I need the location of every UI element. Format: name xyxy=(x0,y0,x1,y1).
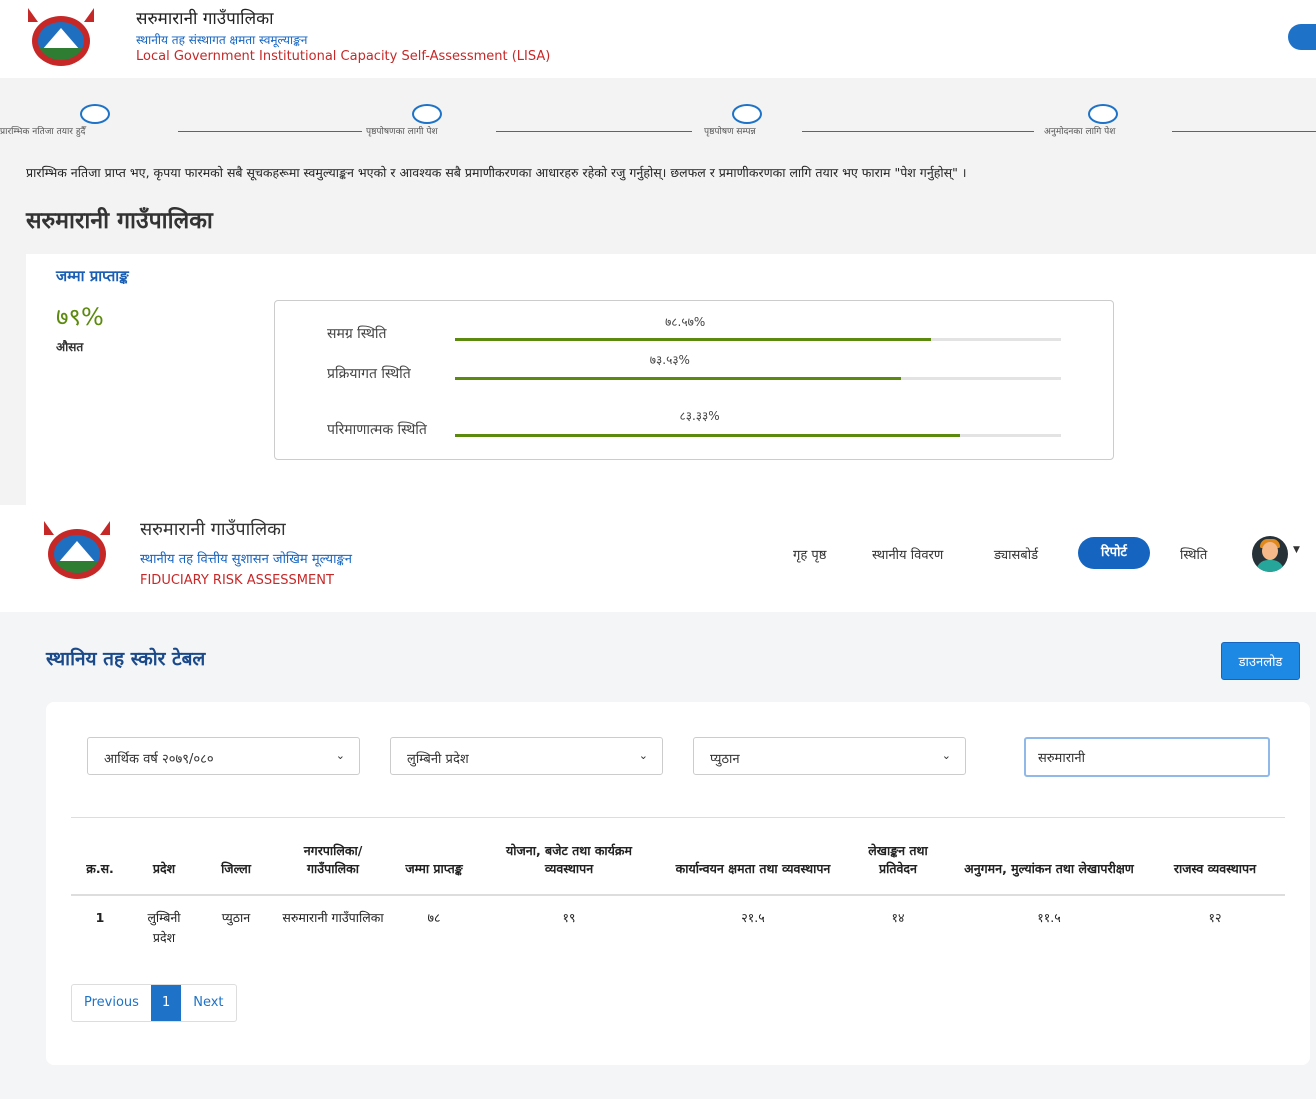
step-connector xyxy=(178,131,362,132)
step-1-circle-icon xyxy=(80,104,110,124)
nav-status[interactable]: स्थिति xyxy=(1180,545,1207,563)
chevron-down-icon: ⌄ xyxy=(335,749,345,762)
navbar: सरुमारानी गाउँपालिका स्थानीय तह वित्तीय … xyxy=(0,505,1316,612)
column-header: जम्मा प्राप्तङ्क xyxy=(393,817,475,896)
column-header: नगरपालिका/ गाउँपालिका xyxy=(273,817,393,896)
progress-bar-fill xyxy=(455,377,901,380)
user-avatar[interactable] xyxy=(1252,536,1288,572)
table-row: 1 लुम्बिनी प्रदेश प्युठान सरुमारानी गाउँ… xyxy=(71,895,1285,948)
step-3-circle-icon xyxy=(732,104,762,124)
cell-revenue-score: १२ xyxy=(1208,909,1222,925)
step-connector xyxy=(496,131,692,132)
bar-value: ८३.३३% xyxy=(679,409,720,423)
nepal-emblem-icon xyxy=(44,521,110,583)
nav-local-details[interactable]: स्थानीय विवरण xyxy=(872,545,943,563)
step-2-label: पृष्ठपोषणका लागी पेश xyxy=(366,127,438,137)
province-value: लुम्बिनी प्रदेश xyxy=(407,752,469,767)
fra-panel: सरुमारानी गाउँपालिका स्थानीय तह वित्तीय … xyxy=(0,505,1316,1099)
municipality-heading: सरुमारानी गाउँपालिका xyxy=(26,208,213,234)
chevron-down-icon: ⌄ xyxy=(941,749,951,762)
step-4-label: अनुमोदनका लागि पेश xyxy=(1044,127,1116,137)
province-select[interactable]: लुम्बिनी प्रदेश ⌄ xyxy=(390,737,663,775)
pagination: Previous 1 Next xyxy=(71,984,237,1022)
nav-home[interactable]: गृह पृष्ठ xyxy=(793,545,826,563)
nepal-emblem-icon xyxy=(28,8,94,70)
bar-label: परिमाणात्मक स्थिति xyxy=(327,422,427,438)
district-select[interactable]: प्युठान ⌄ xyxy=(693,737,966,775)
lisa-subtitle-np: स्थानीय तह संस्थागत क्षमता स्वमूल्याङ्कन xyxy=(136,33,308,47)
step-connector xyxy=(1172,131,1316,132)
column-header: क्र.स. xyxy=(71,817,129,896)
lisa-subtitle-en: Local Government Institutional Capacity … xyxy=(136,49,551,64)
score-card: जम्मा प्राप्ताङ्क ७९% औसत ७८.५७% समग्र स… xyxy=(26,254,1316,505)
score-table-card: आर्थिक वर्ष २०७९/०८० ⌄ लुम्बिनी प्रदेश ⌄… xyxy=(46,702,1310,1065)
user-menu-toggle[interactable] xyxy=(1288,24,1316,50)
nav-dashboard[interactable]: ड्यासबोर्ड xyxy=(994,545,1038,563)
progress-bar-fill xyxy=(455,434,960,437)
cell-province: लुम्बिनी प्रदेश xyxy=(147,909,181,945)
fiscal-year-select[interactable]: आर्थिक वर्ष २०७९/०८० ⌄ xyxy=(87,737,360,775)
column-header: अनुगमन, मुल्यांकन तथा लेखापरीक्षण xyxy=(953,817,1145,896)
score-bars-box: ७८.५७% समग्र स्थिति ७३.५३% प्रक्रियागत स… xyxy=(274,300,1114,460)
cell-total-score: ७८ xyxy=(427,909,441,925)
cell-implementation-score: २१.५ xyxy=(741,909,765,925)
progress-bar xyxy=(455,377,1061,380)
municipality-link[interactable]: सरुमारानी गाउँपालिका xyxy=(273,895,393,948)
lisa-header: सरुमारानी गाउँपालिका स्थानीय तह संस्थागत… xyxy=(0,0,1316,78)
column-header: लेखाङ्कन तथा प्रतिवेदन xyxy=(843,817,953,896)
score-table: क्र.स. प्रदेश जिल्ला नगरपालिका/ गाउँपालि… xyxy=(71,817,1285,948)
pagination-next[interactable]: Next xyxy=(181,985,235,1021)
column-header: प्रदेश xyxy=(129,817,199,896)
fra-subtitle-np: स्थानीय तह वित्तीय सुशासन जोखिम मूल्याङ्… xyxy=(140,552,352,567)
column-header: योजना, बजेट तथा कार्यक्रम व्यवस्थापन xyxy=(475,817,663,896)
bar-value: ७८.५७% xyxy=(665,315,706,329)
bar-label: प्रक्रियागत स्थिति xyxy=(327,366,411,382)
district-value: प्युठान xyxy=(710,752,740,767)
overall-percentage: ७९% xyxy=(56,303,104,331)
progress-bar-fill xyxy=(455,338,932,341)
cell-accounting-score: १४ xyxy=(891,909,905,925)
column-header: जिल्ला xyxy=(199,817,273,896)
fra-org-title: सरुमारानी गाउँपालिका xyxy=(140,519,286,540)
step-connector xyxy=(802,131,1034,132)
lisa-org-title: सरुमारानी गाउँपालिका xyxy=(136,9,274,29)
pagination-previous[interactable]: Previous xyxy=(72,985,151,1021)
chevron-down-icon: ⌄ xyxy=(638,749,648,762)
page-title: स्थानिय तह स्कोर टेबल xyxy=(46,648,206,670)
lisa-panel: सरुमारानी गाउँपालिका स्थानीय तह संस्थागत… xyxy=(0,0,1316,505)
instruction-notice: प्रारम्भिक नतिजा प्राप्त भए, कृपया फारमक… xyxy=(26,165,967,180)
cell-monitoring-score: ११.५ xyxy=(1037,909,1061,925)
caret-down-icon[interactable]: ▼ xyxy=(1293,545,1300,555)
progress-bar xyxy=(455,434,1061,437)
table-header-row: क्र.स. प्रदेश जिल्ला नगरपालिका/ गाउँपालि… xyxy=(71,817,1285,896)
progress-stepper: प्रारम्भिक नतिजा तयार हुदैँ पृष्ठपोषणका … xyxy=(0,100,1316,140)
download-button[interactable]: डाउनलोड xyxy=(1221,642,1300,680)
cell-district: प्युठान xyxy=(221,909,251,925)
progress-bar xyxy=(455,338,1061,341)
cell-planning-score: १९ xyxy=(562,909,576,925)
fiscal-year-value: आर्थिक वर्ष २०७९/०८० xyxy=(104,752,214,767)
nav-report[interactable]: रिपोर्ट xyxy=(1078,537,1150,569)
bar-label: समग्र स्थिति xyxy=(327,326,387,342)
fra-subtitle-en: FIDUCIARY RISK ASSESSMENT xyxy=(140,573,334,588)
pagination-page-1[interactable]: 1 xyxy=(150,985,182,1021)
score-card-heading: जम्मा प्राप्ताङ्क xyxy=(56,267,129,285)
column-header: कार्यान्वयन क्षमता तथा व्यवस्थापन xyxy=(663,817,843,896)
cell-sn: 1 xyxy=(95,909,105,925)
step-3-label: पृष्ठपोषण सम्पन्न xyxy=(704,127,756,137)
step-2-circle-icon xyxy=(412,104,442,124)
bar-value: ७३.५३% xyxy=(649,353,690,367)
step-4-circle-icon xyxy=(1088,104,1118,124)
overall-label: औसत xyxy=(56,340,84,354)
column-header: राजस्व व्यवस्थापन xyxy=(1145,817,1285,896)
municipality-search-input[interactable] xyxy=(1024,737,1270,777)
step-1-label: प्रारम्भिक नतिजा तयार हुदैँ xyxy=(0,127,86,137)
